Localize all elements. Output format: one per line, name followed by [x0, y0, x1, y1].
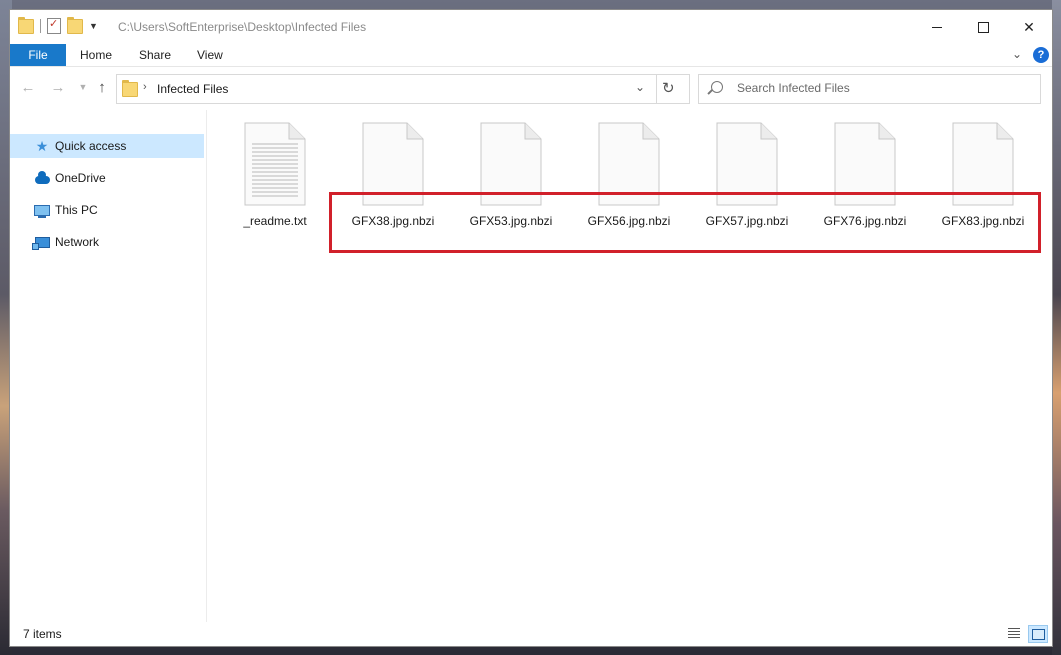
- file-name: GFX38.jpg.nbzi: [351, 214, 435, 228]
- sidebar-item-label: Quick access: [55, 139, 127, 153]
- file-name: GFX57.jpg.nbzi: [705, 214, 789, 228]
- address-bar[interactable]: › Infected Files ⌄ ↻: [116, 74, 690, 104]
- file-item-readme[interactable]: _readme.txt: [225, 122, 325, 232]
- breadcrumb-separator-icon[interactable]: ›: [143, 81, 147, 93]
- tab-home[interactable]: Home: [80, 44, 112, 66]
- tab-view[interactable]: View: [197, 44, 223, 66]
- desktop-wallpaper-right: [1052, 0, 1061, 655]
- close-icon: ✕: [1023, 18, 1035, 35]
- computer-icon: [34, 203, 50, 218]
- expand-ribbon-chevron-icon[interactable]: ⌄: [1012, 47, 1022, 61]
- close-button[interactable]: ✕: [1006, 10, 1052, 44]
- divider: [656, 75, 657, 103]
- maximize-button[interactable]: [960, 10, 1006, 44]
- ribbon-tabs: File Home Share View ⌄ ?: [10, 44, 1052, 66]
- maximize-icon: [977, 21, 989, 33]
- file-name: GFX53.jpg.nbzi: [469, 214, 553, 228]
- file-item-gfx83[interactable]: GFX83.jpg.nbzi: [933, 122, 1033, 232]
- file-explorer-window: ▼ C:\Users\SoftEnterprise\Desktop\Infect…: [10, 10, 1052, 646]
- details-view-button[interactable]: [1005, 625, 1023, 641]
- minimize-button[interactable]: [914, 10, 960, 44]
- blank-file-icon: [834, 122, 896, 206]
- folder-icon: [18, 16, 34, 34]
- recent-locations-chevron-icon[interactable]: ▼: [73, 77, 93, 97]
- sidebar-item-quick-access[interactable]: ★ Quick access: [10, 134, 204, 158]
- properties-icon[interactable]: [47, 17, 61, 34]
- address-history-chevron-icon[interactable]: ⌄: [635, 80, 645, 94]
- sidebar-item-label: Network: [55, 235, 100, 249]
- navigation-pane: ★ Quick access OneDrive This PC Network: [10, 110, 207, 622]
- customize-toolbar-caret-icon[interactable]: ▼: [89, 21, 98, 31]
- back-arrow-icon[interactable]: ←: [18, 77, 38, 97]
- minimize-icon: [932, 26, 942, 28]
- star-icon: ★: [35, 137, 49, 154]
- folder-icon: [122, 80, 138, 97]
- file-item-gfx57[interactable]: GFX57.jpg.nbzi: [697, 122, 797, 232]
- blank-file-icon: [952, 122, 1014, 206]
- new-folder-icon[interactable]: [67, 16, 83, 34]
- blank-file-icon: [716, 122, 778, 206]
- large-icons-view-button[interactable]: [1028, 625, 1048, 643]
- sidebar-item-label: This PC: [55, 203, 98, 217]
- search-input[interactable]: [737, 81, 1027, 95]
- forward-arrow-icon[interactable]: →: [48, 77, 68, 97]
- file-item-gfx53[interactable]: GFX53.jpg.nbzi: [461, 122, 561, 232]
- blank-file-icon: [480, 122, 542, 206]
- search-box[interactable]: [698, 74, 1041, 104]
- file-name: GFX76.jpg.nbzi: [823, 214, 907, 228]
- text-document-icon: [244, 122, 306, 206]
- file-item-gfx76[interactable]: GFX76.jpg.nbzi: [815, 122, 915, 232]
- breadcrumb[interactable]: Infected Files: [157, 82, 228, 96]
- file-item-gfx56[interactable]: GFX56.jpg.nbzi: [579, 122, 679, 232]
- file-name: GFX56.jpg.nbzi: [587, 214, 671, 228]
- navigation-bar: ← → ▼ ↑ › Infected Files ⌄ ↻: [10, 66, 1052, 111]
- file-name: GFX83.jpg.nbzi: [941, 214, 1025, 228]
- refresh-icon[interactable]: ↻: [662, 79, 675, 97]
- file-item-gfx38[interactable]: GFX38.jpg.nbzi: [343, 122, 443, 232]
- details-view-icon: [1008, 628, 1020, 638]
- sidebar-item-label: OneDrive: [55, 171, 106, 185]
- file-name: _readme.txt: [243, 214, 307, 228]
- search-icon: [711, 81, 723, 93]
- blank-file-icon: [598, 122, 660, 206]
- sidebar-item-network[interactable]: Network: [10, 230, 204, 254]
- help-button[interactable]: ?: [1033, 47, 1049, 63]
- tab-share[interactable]: Share: [139, 44, 171, 66]
- title-bar: ▼ C:\Users\SoftEnterprise\Desktop\Infect…: [10, 10, 1052, 44]
- tab-file[interactable]: File: [10, 44, 66, 66]
- item-count: 7 items: [23, 627, 62, 641]
- sidebar-item-this-pc[interactable]: This PC: [10, 198, 204, 222]
- large-icons-view-icon: [1031, 628, 1045, 640]
- quick-access-toolbar: ▼: [18, 16, 98, 34]
- blank-file-icon: [362, 122, 424, 206]
- sidebar-item-onedrive[interactable]: OneDrive: [10, 166, 204, 190]
- window-title-path: C:\Users\SoftEnterprise\Desktop\Infected…: [118, 20, 367, 34]
- cloud-icon: [34, 171, 50, 185]
- file-list-area: _readme.txt GFX38.jpg.nbzi GFX53.jpg.nbz…: [207, 110, 1052, 622]
- up-arrow-icon[interactable]: ↑: [92, 77, 112, 97]
- network-icon: [31, 235, 50, 250]
- status-bar: 7 items: [10, 622, 1052, 646]
- toolbar-divider: [40, 19, 41, 33]
